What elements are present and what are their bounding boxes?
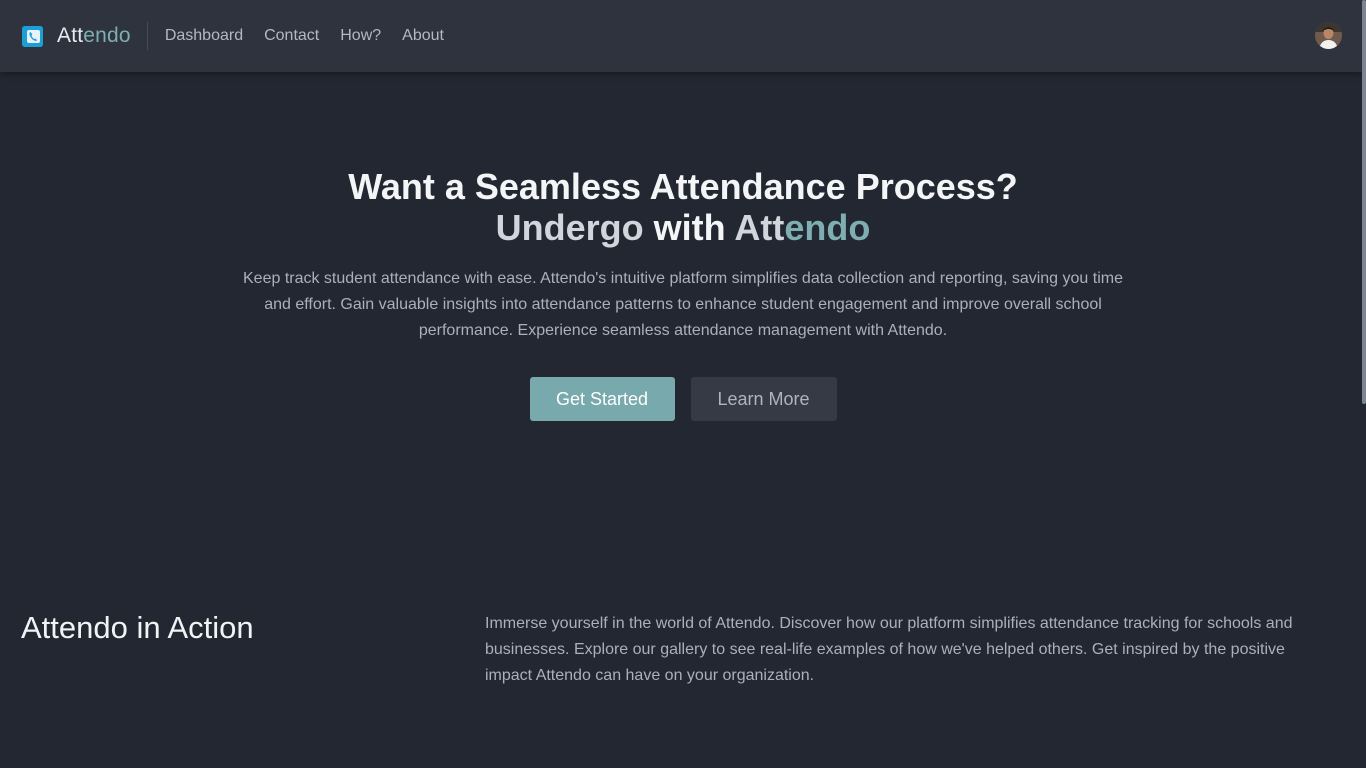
phone-icon [22, 25, 43, 47]
brand[interactable]: Attendo [0, 22, 148, 50]
action-description: Immerse yourself in the world of Attendo… [485, 615, 1293, 684]
get-started-button[interactable]: Get Started [529, 377, 675, 421]
learn-more-button[interactable]: Learn More [690, 377, 837, 421]
hero-title: Want a Seamless Attendance Process? Unde… [348, 166, 1018, 248]
nav-link-about[interactable]: About [402, 27, 444, 45]
hero-description: Keep track student attendance with ease.… [243, 270, 1123, 339]
hero-section: Want a Seamless Attendance Process? Unde… [0, 166, 1366, 421]
nav-links: Dashboard Contact How? About [165, 27, 465, 45]
hero-buttons: Get Started Learn More [0, 377, 1366, 421]
nav-link-dashboard[interactable]: Dashboard [165, 27, 243, 45]
user-avatar[interactable] [1315, 22, 1342, 49]
top-navbar: Attendo Dashboard Contact How? About [0, 0, 1366, 72]
nav-link-contact[interactable]: Contact [264, 27, 319, 45]
nav-link-how[interactable]: How? [340, 27, 381, 45]
action-title: Attendo in Action [21, 610, 254, 645]
brand-name: Attendo [57, 24, 131, 47]
